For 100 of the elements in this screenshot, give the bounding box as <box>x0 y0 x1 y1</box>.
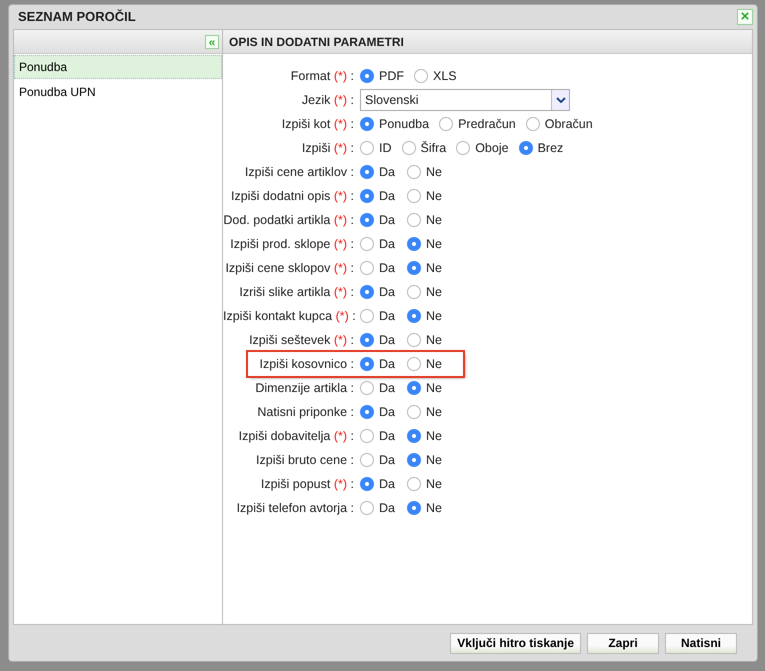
option-label: Ne <box>426 500 442 517</box>
radio-button[interactable] <box>360 213 374 227</box>
radio-button[interactable] <box>407 501 421 515</box>
option-label: Ne <box>426 236 442 253</box>
radio-button[interactable] <box>407 453 421 467</box>
dialog-title: SEZNAM POROČIL <box>18 8 136 26</box>
option-label: PDF <box>379 68 404 85</box>
field-label: Dod. podatki artikla (*) : <box>223 212 355 229</box>
radio-button[interactable] <box>402 141 416 155</box>
radio-button[interactable] <box>526 117 540 131</box>
field-label: Izpiši dodatni opis (*) : <box>230 188 355 205</box>
option-label: Predračun <box>458 116 516 133</box>
option-label: Ne <box>426 476 442 493</box>
option-label: Da <box>379 332 395 349</box>
option-label: ID <box>379 140 392 157</box>
radio-button[interactable] <box>439 117 454 131</box>
radio-button[interactable] <box>456 141 470 155</box>
option-label: Da <box>379 308 395 325</box>
radio-button[interactable] <box>360 117 374 131</box>
radio-button[interactable] <box>360 165 374 179</box>
panel-title: OPIS IN DODATNI PARAMETRI <box>228 34 404 50</box>
option-label: Šifra <box>420 140 446 157</box>
radio-button[interactable] <box>407 261 421 275</box>
radio-button[interactable] <box>407 333 421 347</box>
radio-button[interactable] <box>407 357 421 371</box>
field-label: Izpiši prod. sklope (*) : <box>229 236 355 253</box>
radio-button[interactable] <box>407 309 421 323</box>
radio-button[interactable] <box>360 333 374 347</box>
option-label: Ne <box>426 356 442 373</box>
field-label: Jezik (*) : <box>300 92 355 109</box>
radio-button[interactable] <box>407 213 421 227</box>
field-label: Natisni priponke : <box>256 404 355 421</box>
radio-button[interactable] <box>407 381 421 395</box>
field-label: Izpiši seštevek (*) : <box>248 332 355 349</box>
radio-button[interactable] <box>360 189 374 203</box>
option-label: Ne <box>426 284 442 301</box>
field-label: Izpiši kontakt kupca (*) : <box>223 308 356 325</box>
radio-button[interactable] <box>407 237 421 251</box>
option-label: Da <box>379 260 395 277</box>
radio-button[interactable] <box>407 189 421 203</box>
option-label: Ne <box>426 260 442 277</box>
option-label: Da <box>379 212 395 229</box>
field-label: Izpiši cene sklopov (*) : <box>224 260 355 277</box>
radio-button[interactable] <box>360 141 374 155</box>
radio-button[interactable] <box>360 381 374 395</box>
option-label: Da <box>379 500 395 517</box>
radio-button[interactable] <box>414 69 428 83</box>
option-label: Ne <box>426 380 442 397</box>
radio-button[interactable] <box>360 237 374 251</box>
option-label: Da <box>379 380 395 397</box>
field-label: Dimenzije artikla : <box>254 380 355 397</box>
dialog-button[interactable]: Zapri <box>587 632 659 654</box>
option-label: Ne <box>426 428 442 445</box>
field-label: Izpiši bruto cene : <box>255 452 355 469</box>
radio-button[interactable] <box>360 405 374 419</box>
radio-button[interactable] <box>407 477 421 491</box>
option-label: Da <box>379 428 395 445</box>
field-label: Izpiši popust (*) : <box>260 476 355 493</box>
field-label: Izriši slike artikla (*) : <box>238 284 355 301</box>
option-label: Da <box>379 236 395 253</box>
language-select[interactable]: Slovenski <box>360 89 570 111</box>
field-label: Format (*) : <box>290 68 355 85</box>
radio-button[interactable] <box>518 141 533 155</box>
option-label: Oboje <box>475 140 509 157</box>
radio-button[interactable] <box>360 261 374 275</box>
report-item[interactable]: Ponudba UPN <box>14 80 222 104</box>
radio-button[interactable] <box>360 285 374 299</box>
radio-button[interactable] <box>360 357 374 371</box>
field-label: Izpiši kot (*) : <box>280 116 355 133</box>
option-label: Ne <box>426 332 442 349</box>
field-label: Izpiši dobavitelja (*) : <box>238 428 355 445</box>
option-label: Da <box>379 164 395 181</box>
radio-button[interactable] <box>360 429 374 443</box>
option-label: XLS <box>433 68 457 85</box>
option-label: Da <box>379 284 395 301</box>
option-label: Ne <box>426 452 442 469</box>
radio-button[interactable] <box>407 165 421 179</box>
field-label: Izpiši kosovnico : <box>258 356 355 373</box>
radio-button[interactable] <box>407 285 421 299</box>
field-label: Izpiši telefon avtorja : <box>236 500 355 517</box>
option-label: Ne <box>426 404 442 421</box>
field-label: Izpiši cene artiklov : <box>244 164 355 181</box>
radio-button[interactable] <box>360 477 374 491</box>
option-label: Brez <box>538 140 564 157</box>
option-label: Da <box>379 356 395 373</box>
dialog-button[interactable]: Natisni <box>665 632 737 654</box>
option-label: Ne <box>426 308 442 325</box>
option-label: Ponudba <box>379 116 430 133</box>
radio-button[interactable] <box>407 405 421 419</box>
option-label: Da <box>379 452 395 469</box>
dialog-button[interactable]: Vključi hitro tiskanje <box>450 632 581 654</box>
radio-button[interactable] <box>360 501 374 515</box>
option-label: Da <box>379 404 395 421</box>
radio-button[interactable] <box>360 309 374 323</box>
radio-button[interactable] <box>360 69 374 83</box>
radio-button[interactable] <box>407 429 421 443</box>
option-label: Ne <box>426 188 442 205</box>
radio-button[interactable] <box>360 453 374 467</box>
report-item[interactable]: Ponudba <box>14 55 222 79</box>
option-label: Obračun <box>544 116 593 133</box>
